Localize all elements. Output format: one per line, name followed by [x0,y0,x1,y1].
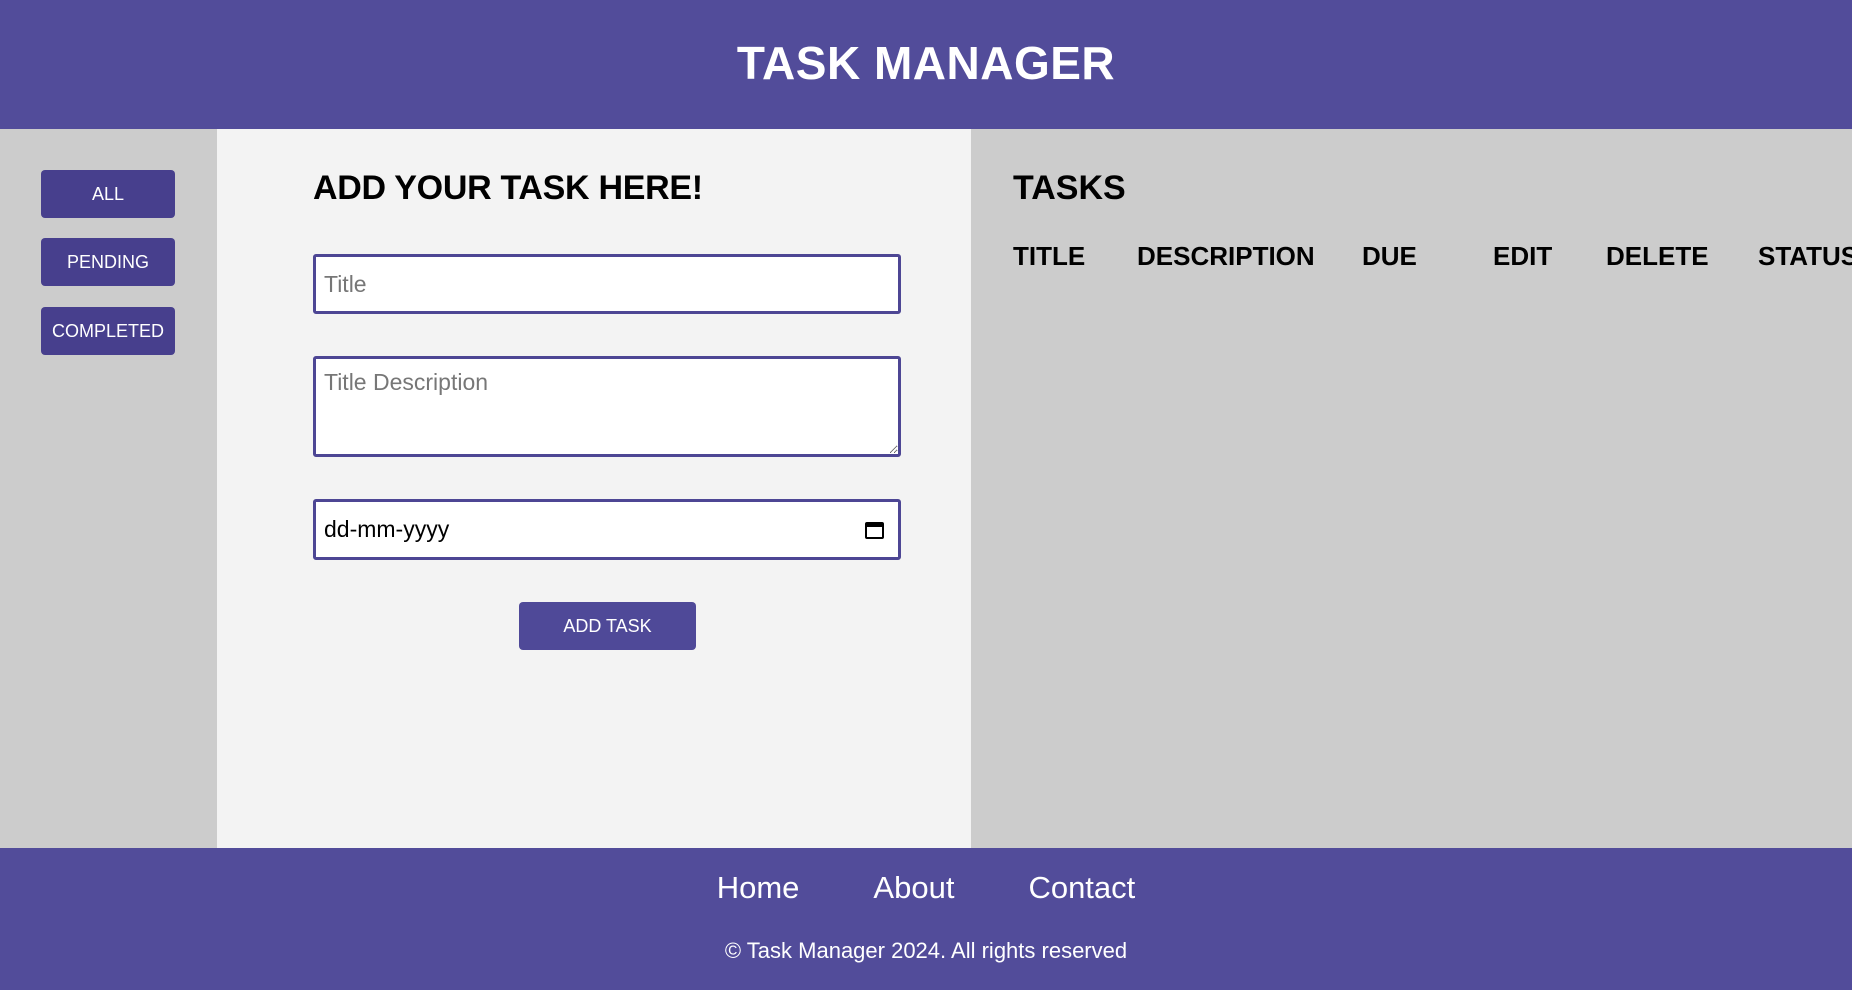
add-task-panel: ADD YOUR TASK HERE! dd-mm-yyyy ADD TASK [217,129,971,848]
footer-link-about[interactable]: About [873,870,954,906]
footer-link-contact[interactable]: Contact [1028,870,1135,906]
copyright-text: © Task Manager 2024. All rights reserved [724,938,1128,963]
column-header-delete: DELETE [1606,241,1709,271]
column-header-description: DESCRIPTION [1137,241,1315,271]
site-footer: Home About Contact © Task Manager 2024. … [0,848,1852,990]
column-header-edit: EDIT [1493,241,1553,271]
footer-nav: Home About Contact [0,870,1852,906]
column-header-status: STATUS [1758,241,1852,271]
site-header: TASK MANAGER [0,0,1852,129]
description-textarea[interactable] [313,356,901,457]
title-input[interactable] [313,254,901,314]
due-date-input[interactable]: dd-mm-yyyy [313,499,901,560]
calendar-icon[interactable] [864,519,886,541]
filter-sidebar: ALL PENDING COMPLETED [0,129,217,848]
column-header-title: TITLE [1013,241,1086,271]
tasks-heading: TASKS [1013,169,1126,207]
footer-link-home[interactable]: Home [717,870,800,906]
filter-completed-button[interactable]: COMPLETED [41,307,175,355]
app-title: TASK MANAGER [736,36,1116,89]
filter-all-button[interactable]: ALL [41,170,175,218]
column-header-due: DUE [1362,241,1417,271]
filter-pending-button[interactable]: PENDING [41,238,175,286]
tasks-panel: TASKS TITLE DESCRIPTION DUE EDIT DELETE … [971,129,1852,848]
add-task-heading: ADD YOUR TASK HERE! [313,169,703,207]
add-task-button[interactable]: ADD TASK [519,602,696,650]
date-placeholder: dd-mm-yyyy [324,516,450,542]
